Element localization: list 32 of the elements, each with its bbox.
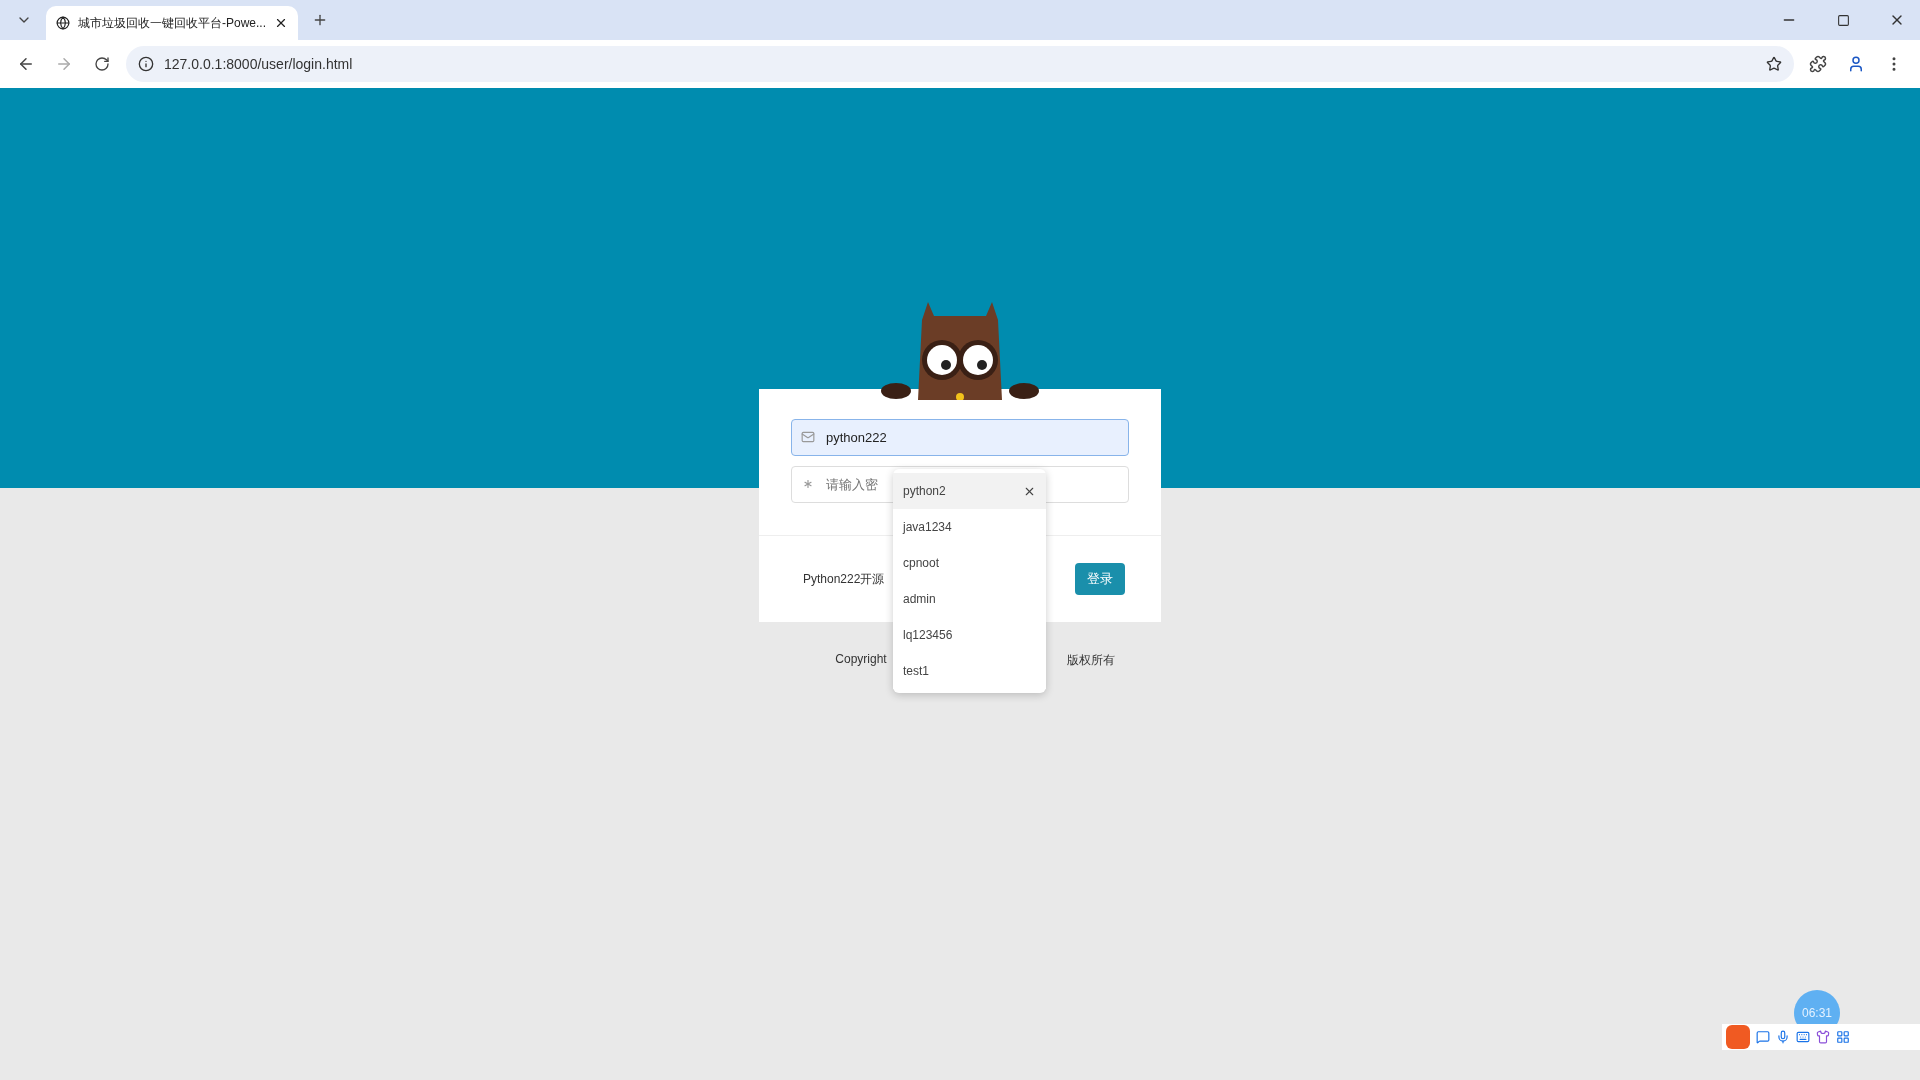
shirt-icon[interactable] xyxy=(1816,1030,1830,1044)
browser-tab[interactable]: 城市垃圾回收一键回收平台-Powe... xyxy=(46,6,298,40)
url-text: 127.0.0.1:8000/user/login.html xyxy=(164,56,353,72)
profile-icon[interactable] xyxy=(1847,55,1865,73)
address-bar[interactable]: 127.0.0.1:8000/user/login.html xyxy=(126,46,1794,82)
username-field[interactable]: python222 xyxy=(791,419,1129,456)
suggestion-item[interactable]: test1 xyxy=(893,653,1046,689)
star-icon[interactable] xyxy=(1766,56,1782,72)
maximize-icon[interactable] xyxy=(1836,13,1850,27)
tab-title: 城市垃圾回收一键回收平台-Powe... xyxy=(78,14,266,32)
login-button[interactable]: 登录 xyxy=(1075,563,1125,595)
suggestion-item[interactable]: python2 xyxy=(893,473,1046,509)
mail-icon xyxy=(801,430,815,444)
microphone-icon[interactable] xyxy=(1776,1030,1790,1044)
close-icon[interactable] xyxy=(274,16,288,30)
suggestion-item[interactable]: admin xyxy=(893,581,1046,617)
copyright-text: 版权所有 xyxy=(1066,652,1115,669)
plus-icon[interactable] xyxy=(312,12,328,28)
keyboard-icon[interactable] xyxy=(1796,1030,1810,1044)
copyright-text: Copyright xyxy=(835,652,887,668)
reload-icon[interactable] xyxy=(94,56,110,72)
ime-logo-icon[interactable] xyxy=(1726,1025,1750,1049)
info-icon xyxy=(138,56,154,72)
asterisk-icon xyxy=(801,477,815,491)
suggestion-item[interactable]: cpnoot xyxy=(893,545,1046,581)
footer-text: Python222开源 xyxy=(803,570,885,588)
chat-icon[interactable] xyxy=(1756,1030,1770,1044)
suggestion-item[interactable]: lq123456 xyxy=(893,617,1046,653)
globe-icon xyxy=(56,16,70,30)
puzzle-icon[interactable] xyxy=(1809,55,1827,73)
suggestion-item[interactable]: java1234 xyxy=(893,509,1046,545)
grid-icon[interactable] xyxy=(1836,1030,1850,1044)
